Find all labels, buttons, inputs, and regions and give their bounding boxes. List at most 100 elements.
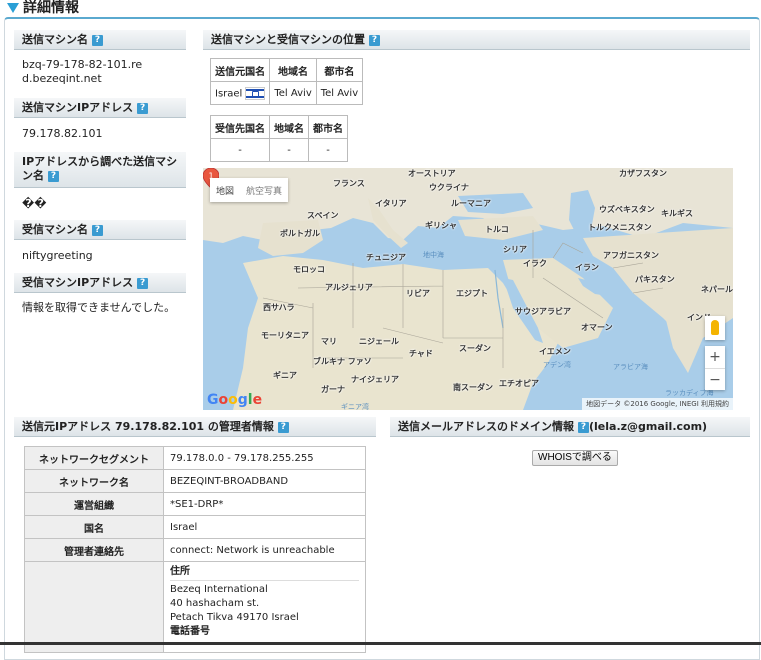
map-label-gulf-aden: アデン湾: [543, 361, 571, 369]
sender-region-header: 地域名: [269, 58, 317, 82]
map-label-gulf-guinea: ギニア湾: [341, 403, 369, 410]
location-label: 送信マシンと受信マシンの位置: [211, 33, 365, 46]
map-type-satellite-button[interactable]: 航空写真: [240, 178, 288, 202]
receiver-location-table: 受信先国名 地域名 都市名 - - -: [210, 115, 348, 162]
israel-flag-icon: [245, 86, 266, 100]
map-type-map-button[interactable]: 地図: [210, 178, 240, 202]
page-title: 詳細情報: [23, 0, 79, 16]
map-type-control[interactable]: 地図 航空写真: [210, 178, 289, 202]
table-row: ネットワーク名 BEZEQINT-BROADBAND: [24, 469, 366, 493]
admin-info-table: ネットワークセグメント 79.178.0.0 - 79.178.255.255 …: [24, 446, 366, 653]
sender-region-cell: Tel Aviv: [269, 81, 317, 105]
map-label-italy: イタリア: [375, 199, 407, 208]
row-key: 運営組織: [24, 492, 164, 516]
address-line: Petach Tikva 49170 Israel: [170, 612, 299, 623]
map-label-niger: ニジェール: [359, 337, 399, 346]
location-header: 送信マシンと受信マシンの位置?: [203, 30, 750, 50]
map-label-s-sudan: 南スーダン: [453, 383, 493, 392]
sender-ip-value: 79.178.82.101: [22, 127, 103, 140]
help-icon[interactable]: ?: [48, 170, 59, 182]
sender-name-from-ip-header: IPアドレスから調べた送信マシ ン名?: [14, 152, 186, 188]
help-icon[interactable]: ?: [92, 34, 103, 46]
domain-info-email: (lela.z@gmail.com): [589, 420, 708, 433]
map-label-saudi: サウジアラビア: [515, 307, 571, 316]
map-label-iran: イラン: [575, 263, 599, 272]
map-label-syria: シリア: [503, 245, 527, 254]
row-value: connect: Network is unreachable: [163, 538, 366, 562]
map-label-algeria: アルジェリア: [325, 283, 373, 292]
row-value: Israel: [163, 515, 366, 539]
map-label-ukraine: ウクライナ: [429, 183, 469, 192]
sender-city-cell: Tel Aviv: [315, 81, 364, 105]
sender-name-from-ip-label-1: IPアドレスから調べた送信マシ: [22, 155, 178, 168]
map-label-mauritania: モーリタニア: [261, 331, 309, 340]
receiver-machine-name-label: 受信マシン名: [22, 223, 88, 236]
map-label-kazakhstan: カザフスタン: [619, 169, 667, 178]
receiver-region-cell: -: [269, 138, 309, 162]
row-key: ネットワーク名: [24, 469, 164, 493]
row-value: *SE1-DRP*: [163, 492, 366, 516]
map-label-oman: オマーン: [581, 323, 613, 332]
map-label-mediterranean: 地中海: [423, 251, 444, 259]
sender-location-table: 送信元国名 地域名 都市名 Israel Tel Aviv Tel Aviv: [209, 58, 364, 105]
domain-info-header: 送信メールアドレスのドメイン情報? (lela.z@gmail.com): [390, 417, 750, 437]
help-icon[interactable]: ?: [277, 421, 289, 433]
row-key: 国名: [24, 515, 164, 539]
admin-info-label: 送信元IPアドレス 79.178.82.101 の管理者情報: [22, 420, 274, 433]
help-icon[interactable]: ?: [92, 224, 103, 236]
table-row: 運営組織 *SE1-DRP*: [24, 492, 366, 516]
row-key-empty: [24, 561, 164, 653]
map-attribution[interactable]: 地図データ ©2016 Google, INEGI 利用規約: [582, 398, 733, 410]
address-cell: 住所 Bezeq International 40 hashacham st. …: [163, 561, 366, 653]
address-line: Bezeq International: [170, 584, 268, 595]
table-row: 国名 Israel: [24, 515, 366, 539]
receiver-city-cell: -: [308, 138, 348, 162]
map-label-nigeria: ナイジェリア: [351, 375, 399, 384]
help-icon[interactable]: ?: [137, 277, 149, 289]
zoom-in-button[interactable]: +: [705, 346, 725, 368]
map-label-spain: スペイン: [307, 211, 339, 220]
row-value: 79.178.0.0 - 79.178.255.255: [163, 446, 366, 470]
collapse-triangle-icon[interactable]: [7, 3, 19, 13]
help-icon[interactable]: ?: [137, 102, 149, 114]
google-logo[interactable]: Google: [207, 392, 262, 408]
sender-city-header: 都市名: [315, 58, 364, 82]
help-icon[interactable]: ?: [578, 421, 589, 433]
map-label-turkmenistan: トルクメニスタン: [588, 223, 652, 232]
receiver-ip-value: 情報を取得できませんでした。: [22, 301, 176, 314]
map-label-uzbekistan: ウズベキスタン: [599, 205, 655, 214]
sender-country-cell: Israel: [209, 81, 271, 105]
zoom-out-button[interactable]: −: [705, 368, 725, 391]
phone-title: 電話番号: [170, 626, 210, 637]
table-row: 管理者連絡先 connect: Network is unreachable: [24, 538, 366, 562]
zoom-control[interactable]: + −: [705, 346, 725, 390]
map-label-iraq: イラク: [523, 259, 547, 268]
map-label-france: フランス: [333, 179, 365, 188]
map-label-ethiopia: エチオピア: [499, 379, 539, 388]
receiver-region-header: 地域名: [269, 115, 309, 139]
sender-country-header: 送信元国名: [209, 58, 271, 82]
row-key: 管理者連絡先: [24, 538, 164, 562]
location-map[interactable]: オーストリア フランス ウクライナ カザフスタン イタリア ルーマニア ウズベキ…: [203, 168, 733, 410]
receiver-country-cell: -: [210, 138, 270, 162]
map-label-libya: リビア: [406, 289, 430, 298]
receiver-ip-header: 受信マシンIPアドレス?: [14, 273, 186, 293]
receiver-machine-name-value: niftygreeting: [22, 249, 93, 262]
sender-machine-name-header: 送信マシン名?: [14, 30, 186, 50]
sender-ip-header: 送信マシンIPアドレス?: [14, 98, 186, 118]
map-label-tunisia: チュニジア: [366, 253, 406, 262]
map-label-egypt: エジプト: [456, 289, 488, 298]
map-label-w-sahara: 西サハラ: [263, 303, 295, 312]
map-label-chad: チャド: [409, 349, 433, 358]
street-view-pegman-icon[interactable]: [705, 316, 725, 340]
map-label-guinea: ギニア: [273, 371, 297, 380]
map-label-kyrgyz: キルギス: [661, 209, 693, 218]
map-label-austria: オーストリア: [408, 169, 456, 178]
help-icon[interactable]: ?: [369, 34, 380, 46]
map-label-arabian-sea: アラビア海: [613, 363, 648, 371]
map-label-ghana: ガーナ: [321, 385, 345, 394]
whois-button[interactable]: WHOISで調べる: [532, 450, 618, 466]
sender-ip-label: 送信マシンIPアドレス: [22, 101, 134, 114]
admin-info-header: 送信元IPアドレス 79.178.82.101 の管理者情報?: [14, 417, 376, 437]
sender-name-from-ip-value: ��: [22, 197, 47, 210]
